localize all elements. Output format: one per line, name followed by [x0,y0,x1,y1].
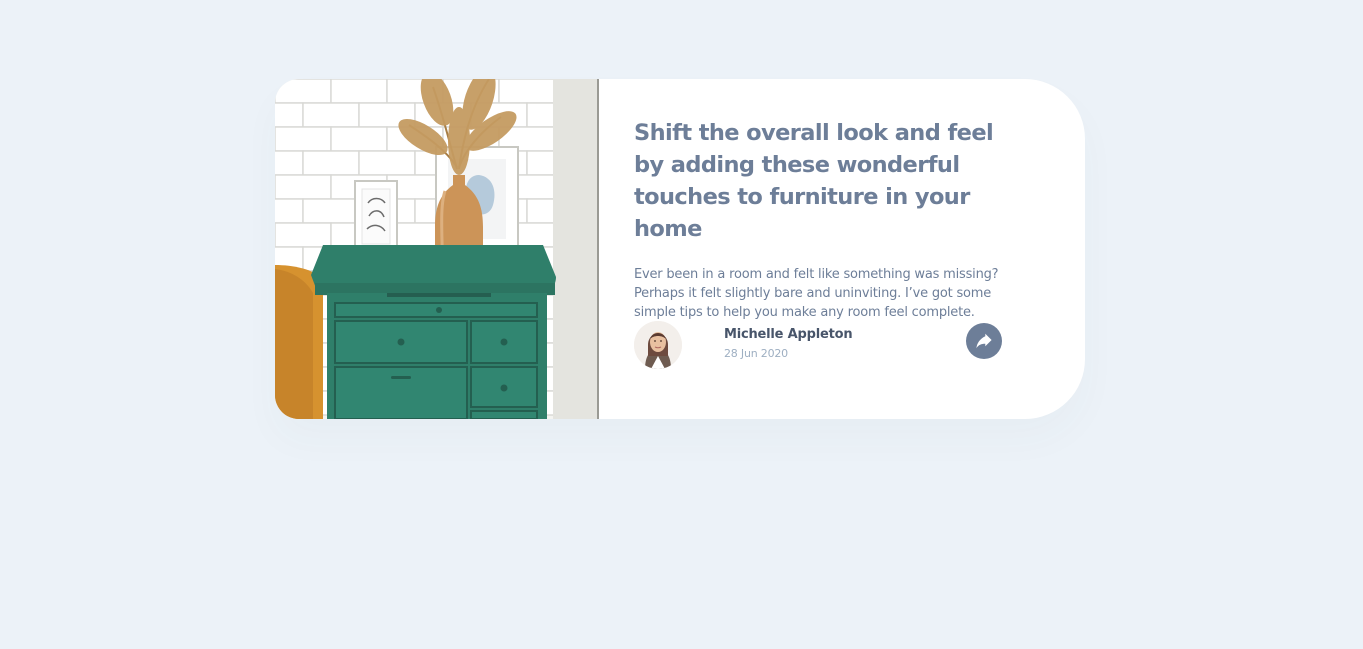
share-arrow-icon [976,333,992,349]
article-image [275,79,599,419]
avatar-photo [634,321,682,369]
publish-date: 28 Jun 2020 [724,347,788,360]
share-button[interactable] [966,323,1002,359]
author-name: Michelle Appleton [724,327,853,342]
article-title: Shift the overall look and feel by addin… [634,120,994,242]
author-row: Michelle Appleton 28 Jun 2020 [634,321,1004,371]
article-excerpt: Ever been in a room and felt like someth… [634,267,999,320]
author-meta: Michelle Appleton 28 Jun 2020 [724,327,853,361]
author-avatar [634,321,682,369]
article-preview-card: Shift the overall look and feel by addin… [275,79,1085,419]
drawers-photo-illustration [275,79,599,419]
article-content: Shift the overall look and feel by addin… [599,79,1085,419]
